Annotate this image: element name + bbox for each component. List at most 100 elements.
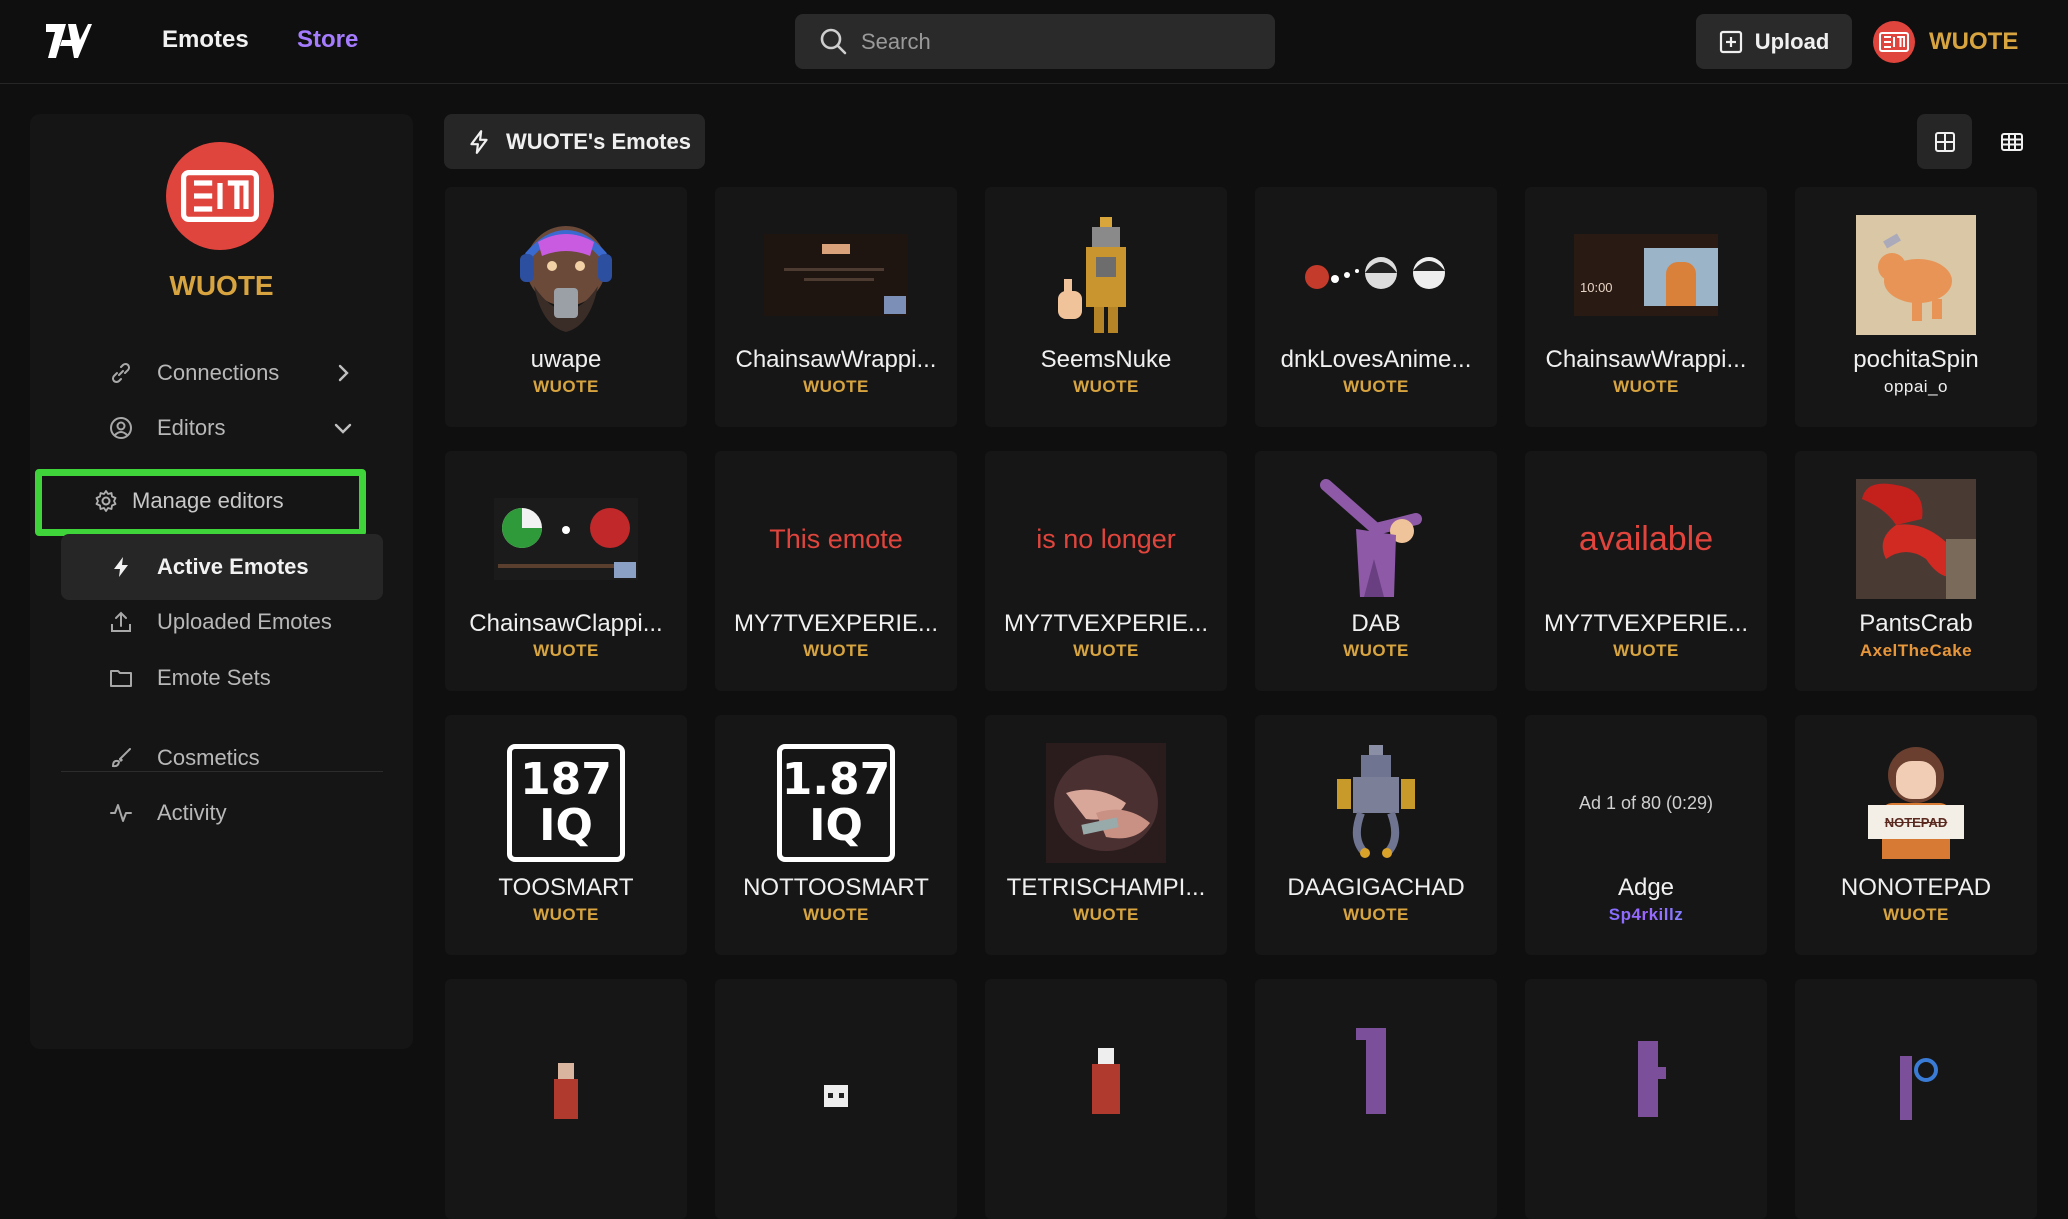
- video-thumbnail-timer-icon: 10:00: [1574, 215, 1718, 335]
- emote-owner[interactable]: WUOTE: [715, 377, 957, 397]
- emote-name: MY7TVEXPERIE...: [1003, 610, 1209, 637]
- search-input[interactable]: [861, 14, 1261, 69]
- search-bar[interactable]: [795, 14, 1275, 69]
- sidebar-item-label: Activity: [157, 800, 227, 825]
- sidebar-item-label: Cosmetics: [157, 745, 260, 770]
- emote-card[interactable]: ChainsawClappi... WUOTE: [445, 451, 687, 691]
- emote-card[interactable]: [1255, 979, 1497, 1219]
- emote-owner[interactable]: WUOTE: [1255, 377, 1497, 397]
- emote-owner[interactable]: WUOTE: [1525, 641, 1767, 661]
- emote-card[interactable]: [1795, 979, 2037, 1219]
- removed-emote-caption: This emote: [769, 523, 903, 554]
- emote-owner[interactable]: WUOTE: [1255, 641, 1497, 661]
- emote-owner[interactable]: WUOTE: [1795, 905, 2037, 925]
- emote-card[interactable]: [1525, 979, 1767, 1219]
- emote-name: dnkLovesAnime...: [1280, 346, 1472, 373]
- ad-overlay-text: Ad 1 of 80 (0:29): [1546, 743, 1746, 863]
- emote-card[interactable]: is no longer MY7TVEXPERIE... WUOTE: [985, 451, 1227, 691]
- nav-store-link[interactable]: Store: [297, 26, 358, 54]
- removed-emote-text: is no longer: [1006, 479, 1206, 599]
- emote-card[interactable]: This emote MY7TVEXPERIE... WUOTE: [715, 451, 957, 691]
- paintbrush-icon: [111, 748, 131, 768]
- emote-owner[interactable]: WUOTE: [445, 641, 687, 661]
- removed-emote-text: available: [1546, 479, 1746, 599]
- hands-photo-icon: [1046, 743, 1166, 863]
- link-icon: [111, 362, 131, 384]
- emote-owner[interactable]: WUOTE: [445, 905, 687, 925]
- ad-counter-label: Ad 1 of 80 (0:29): [1578, 792, 1714, 813]
- upload-plus-icon: [1719, 30, 1742, 53]
- emote-card[interactable]: [445, 979, 687, 1219]
- dab-figure-icon: [1316, 479, 1436, 599]
- sidebar-item-label: Connections: [157, 360, 280, 385]
- emote-owner[interactable]: WUOTE: [445, 377, 687, 397]
- emote-name: SeemsNuke: [1040, 346, 1172, 373]
- lightning-icon: [114, 557, 128, 577]
- emote-owner[interactable]: WUOTE: [1525, 377, 1767, 397]
- profile-sidebar: WUOTE Connections Editors Manage editors: [30, 114, 413, 1049]
- emote-card[interactable]: NOTEPAD NONOTEPAD WUOTE: [1795, 715, 2037, 955]
- emote-owner[interactable]: oppai_o: [1795, 377, 2037, 397]
- sidebar-item-activity[interactable]: Activity: [61, 780, 383, 846]
- grid-view-button[interactable]: [1917, 114, 1972, 169]
- emote-name: NOTTOOSMART: [743, 874, 929, 901]
- upload-button[interactable]: Upload: [1696, 14, 1852, 69]
- emote-card[interactable]: DAAGIGACHAD WUOTE: [1255, 715, 1497, 955]
- nav-emotes-link[interactable]: Emotes: [162, 26, 249, 54]
- emote-owner[interactable]: Sp4rkillz: [1525, 905, 1767, 925]
- user-menu[interactable]: WUOTE: [1873, 20, 2018, 64]
- pixel-character-icon: [1046, 1021, 1166, 1141]
- emote-name: DAAGIGACHAD: [1287, 874, 1465, 901]
- search-icon: [820, 28, 847, 55]
- emote-card[interactable]: PantsCrab AxelTheCake: [1795, 451, 2037, 691]
- emote-name: MY7TVEXPERIE...: [1543, 610, 1749, 637]
- pixel-figure-icon: [1046, 215, 1166, 335]
- sidebar-item-manage-editors[interactable]: Manage editors: [56, 476, 352, 526]
- removed-emote-caption: available: [1578, 519, 1714, 558]
- table-view-icon: [2000, 132, 2023, 151]
- gear-icon: [95, 490, 117, 512]
- emote-owner[interactable]: WUOTE: [1255, 905, 1497, 925]
- emote-name: ChainsawClappi...: [469, 610, 663, 637]
- emote-name: NONOTEPAD: [1840, 874, 1992, 901]
- chevron-down-icon: [334, 423, 352, 434]
- iq-box-icon: 1.87 IQ: [776, 743, 896, 863]
- emote-card[interactable]: Ad 1 of 80 (0:29) Adge Sp4rkillz: [1525, 715, 1767, 955]
- emote-owner[interactable]: WUOTE: [985, 641, 1227, 661]
- emote-owner[interactable]: WUOTE: [985, 377, 1227, 397]
- emote-owner[interactable]: AxelTheCake: [1795, 641, 2037, 661]
- emote-card[interactable]: pochitaSpin oppai_o: [1795, 187, 2037, 427]
- sidebar-item-editors[interactable]: Editors: [61, 395, 383, 461]
- pixel-character-icon: [506, 1029, 626, 1149]
- emote-card[interactable]: uwape WUOTE: [445, 187, 687, 427]
- emote-owner[interactable]: WUOTE: [985, 905, 1227, 925]
- sidebar-item-label: Active Emotes: [157, 554, 309, 579]
- emote-card[interactable]: 10:00 ChainsawWrappi... WUOTE: [1525, 187, 1767, 427]
- emote-card[interactable]: dnkLovesAnime... WUOTE: [1255, 187, 1497, 427]
- bearded-face-emote-icon: [506, 215, 626, 335]
- emote-card[interactable]: [715, 979, 957, 1219]
- table-view-button[interactable]: [1984, 114, 2039, 169]
- emote-name: Adge: [1617, 874, 1675, 901]
- emote-card[interactable]: SeemsNuke WUOTE: [985, 187, 1227, 427]
- sidebar-item-label: Emote Sets: [157, 665, 271, 690]
- upload-tray-icon: [111, 611, 131, 632]
- upload-label: Upload: [1754, 28, 1830, 54]
- 7tv-logo-icon[interactable]: [44, 18, 92, 62]
- emote-card[interactable]: 1.87 IQ NOTTOOSMART WUOTE: [715, 715, 957, 955]
- username-label: WUOTE: [1929, 28, 2019, 55]
- emote-card[interactable]: [985, 979, 1227, 1219]
- emote-name: PantsCrab: [1859, 610, 1973, 637]
- sign-text: NOTEPAD: [1884, 814, 1948, 830]
- emote-owner[interactable]: WUOTE: [715, 905, 957, 925]
- emote-card[interactable]: DAB WUOTE: [1255, 451, 1497, 691]
- emote-name: DAB: [1351, 610, 1401, 637]
- pixel-purple-figure-icon: [1586, 1017, 1706, 1137]
- activity-pulse-icon: [110, 804, 132, 822]
- emote-owner[interactable]: WUOTE: [715, 641, 957, 661]
- emote-card[interactable]: ChainsawWrappi... WUOTE: [715, 187, 957, 427]
- emote-card[interactable]: 187 IQ TOOSMART WUOTE: [445, 715, 687, 955]
- emote-card[interactable]: available MY7TVEXPERIE... WUOTE: [1525, 451, 1767, 691]
- emote-card[interactable]: TETRISCHAMPI... WUOTE: [985, 715, 1227, 955]
- sidebar-item-emote-sets[interactable]: Emote Sets: [61, 645, 383, 711]
